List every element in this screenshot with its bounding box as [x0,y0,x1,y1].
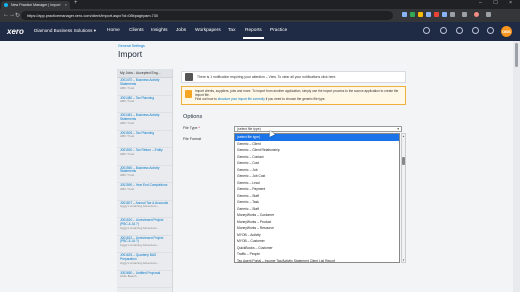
job-list-item[interactable]: J001590 – Year End Completions ABC Trust [117,183,172,201]
job-list-item[interactable]: J001625 – Quarterly BAS Preparation Aggy'… [117,253,172,271]
nav-reports[interactable]: Reports [243,28,264,39]
extension-icon[interactable] [410,12,415,17]
close-tab-icon[interactable]: × [65,2,67,7]
address-bar[interactable]: https://app.practicemanager.xero.com/cli… [21,11,393,20]
window-controls[interactable]: – ☐ × [479,0,517,6]
dropdown-option[interactable]: Tax Agent Portal – Income Tax/Activity S… [235,258,399,263]
notification-icon [185,73,193,81]
import-info-box: Import clients, suppliers, jobs and more… [181,86,406,105]
menu-icon[interactable] [486,12,491,17]
notifications-icon[interactable] [487,27,494,34]
url-text: https://app.practicemanager.xero.com/cli… [27,13,158,18]
file-type-dropdown-list[interactable]: (select file type) Generic – Client Generi… [234,133,400,263]
browser-tab[interactable]: New Practice Manager | Import × [1,1,70,9]
xero-favicon-icon [4,3,8,7]
import-form: There is 1 notification requiring your a… [178,69,409,292]
info-line-1: Import clients, suppliers, jobs and more… [195,89,399,97]
job-client: ABC Trust [120,85,135,90]
page-title: Import [118,49,143,59]
job-list-item[interactable]: J001650 – Untitled Proposal Airlie Beach [117,271,172,288]
job-client: ABC Trust [120,151,135,156]
help-icon[interactable] [472,27,479,34]
job-client: Aggy's Amazing Adventure... [120,260,160,265]
nav-jobs[interactable]: Jobs [176,28,186,33]
breadcrumb[interactable]: General Settings [118,44,145,48]
job-client: ABC Trust [120,173,135,178]
my-jobs-panel: My Jobs - Accepted Eng... J001470 – Busi… [117,69,173,292]
options-heading: Options [183,114,203,120]
dropdown-scrollbar[interactable]: ▴ ▾ [401,133,406,263]
extension-icon[interactable] [434,12,439,17]
info-line-2: Find out how to structure your import fi… [195,97,326,101]
nav-home[interactable]: Home [107,28,120,33]
reload-icon[interactable]: ↻ [15,12,20,19]
nav-workpapers[interactable]: Workpapers [195,28,221,33]
nav-clients[interactable]: Clients [129,28,144,33]
browser-tab-bar: New Practice Manager | Import × + – ☐ × [0,0,520,9]
info-icon [185,90,192,98]
job-list-item[interactable]: J001560 – Business Activity Statements AB… [117,166,172,183]
job-client: Aggy's Amazing Adventure... [120,204,160,209]
extension-icon[interactable] [450,12,455,17]
search-icon[interactable] [456,27,463,34]
nav-practice[interactable]: Practice [270,28,287,33]
job-client: Aggy's Amazing Adventure... [120,243,160,248]
job-list-item[interactable]: J001526 – Tax Planning ABC Trust [117,131,172,148]
page-scrollbar[interactable] [513,41,520,292]
xero-logo[interactable]: xero [7,27,24,36]
profile-icon[interactable] [474,12,479,17]
xero-top-nav: xero Diamond Business Solutions ▾ Home C… [0,22,520,41]
scroll-up-icon[interactable]: ▴ [402,134,405,138]
recent-icon[interactable] [440,27,447,34]
job-list-item[interactable]: J001622 – Unreviewed Project (PBC & JA ?… [117,236,172,253]
page-scroll-thumb[interactable] [515,43,518,67]
job-client: Aggy's Amazing Adventure... [120,225,160,230]
file-type-select[interactable]: (select file type) ▾ [234,126,402,132]
avatar[interactable]: DBS [501,26,512,37]
extension-icon[interactable] [418,12,423,17]
job-client: ABC Trust [120,134,135,139]
extension-icon[interactable] [402,12,407,17]
page-content: General Settings Import My Jobs - Accept… [0,41,513,292]
add-icon[interactable] [423,27,430,34]
job-list-item[interactable]: J001480 – Tax Planning ABC Trust [117,96,172,113]
extension-icon[interactable] [442,12,447,17]
org-switcher[interactable]: Diamond Business Solutions ▾ [34,28,96,34]
file-format-label: File Format [183,137,202,141]
job-client: ABC Trust [120,120,135,125]
job-list-item[interactable]: J001481 – Business Activity Statements AB… [117,113,172,131]
notification-text[interactable]: There is 1 notification requiring your a… [197,75,336,79]
notification-banner: There is 1 notification requiring your a… [181,71,406,83]
job-client: ABC Trust [120,99,135,104]
nav-insights[interactable]: Insights [151,28,168,33]
job-client: Airlie Beach [120,274,137,279]
scroll-down-icon[interactable]: ▾ [402,258,405,262]
structure-import-file-link[interactable]: structure your import file correctly [218,97,265,101]
job-list-item[interactable]: J001607 – Annual Tax & Accounts Aggy's Am… [117,201,172,218]
nav-tax[interactable]: Tax [228,28,235,33]
new-tab-button[interactable]: + [74,0,78,6]
job-list-item[interactable]: J001530 – Tax Return – Entity ABC Trust [117,148,172,166]
puzzle-icon[interactable] [462,12,467,17]
job-list-item[interactable]: J001620 – Unreviewed Project (PBC & JA ?… [117,218,172,236]
my-jobs-header[interactable]: My Jobs - Accepted Eng... [117,69,172,78]
extension-icon[interactable] [426,12,431,17]
browser-toolbar: ← → ↻ https://app.practicemanager.xero.c… [0,9,520,22]
job-client: ABC Trust [120,186,135,191]
dropdown-scroll-thumb[interactable] [402,157,405,165]
job-list-item[interactable]: J001470 – Business Activity Statements AB… [117,78,172,96]
jobs-list: J001470 – Business Activity Statements AB… [117,78,172,288]
file-type-label: File Type * [183,126,200,130]
chevron-down-icon: ▾ [397,127,399,131]
browser-tab-title: New Practice Manager | Import [11,3,61,7]
